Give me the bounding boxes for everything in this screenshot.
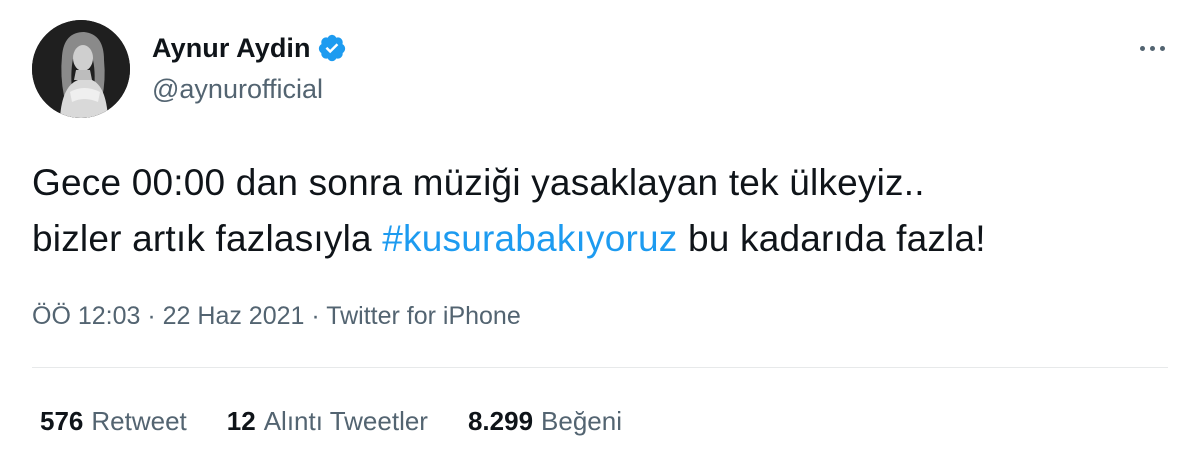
tweet-line-1: Gece 00:00 dan sonra müziği yasaklayan t… bbox=[32, 162, 925, 203]
retweets-count: 576 bbox=[40, 406, 84, 436]
avatar[interactable] bbox=[32, 20, 130, 118]
more-horizontal-icon[interactable] bbox=[1132, 36, 1172, 60]
author-handle[interactable]: @aynurofficial bbox=[152, 74, 323, 105]
tweet-meta: ÖÖ 12:03 · 22 Haz 2021 · Twitter for iPh… bbox=[32, 302, 521, 331]
retweets-stat[interactable]: 576 Retweet bbox=[40, 406, 187, 437]
tweet-date[interactable]: 22 Haz 2021 bbox=[163, 302, 305, 330]
tweet-card: Aynur Aydin @aynurofficial Gece 00:00 da… bbox=[0, 0, 1200, 474]
tweet-source[interactable]: Twitter for iPhone bbox=[326, 302, 521, 330]
divider bbox=[32, 367, 1168, 368]
author-name-row: Aynur Aydin bbox=[152, 30, 347, 66]
meta-separator: · bbox=[147, 302, 156, 330]
hashtag-link[interactable]: #kusurabakıyoruz bbox=[382, 218, 677, 259]
tweet-stats: 576 Retweet 12 Alıntı Tweetler 8.299 Beğeni bbox=[40, 406, 662, 437]
verified-badge-icon bbox=[317, 33, 347, 63]
more-dot bbox=[1149, 45, 1155, 51]
quotes-label: Alıntı Tweetler bbox=[263, 406, 428, 436]
more-dot bbox=[1159, 45, 1165, 51]
tweet-line-2-suffix: bu kadarıda fazla! bbox=[677, 218, 986, 259]
quotes-stat[interactable]: 12 Alıntı Tweetler bbox=[227, 406, 428, 437]
likes-stat[interactable]: 8.299 Beğeni bbox=[468, 406, 622, 437]
tweet-line-2-prefix: bizler artık fazlasıyla bbox=[32, 218, 383, 259]
tweet-text: Gece 00:00 dan sonra müziği yasaklayan t… bbox=[32, 155, 1182, 267]
likes-label: Beğeni bbox=[541, 406, 623, 436]
quotes-count: 12 bbox=[226, 406, 256, 436]
tweet-time[interactable]: ÖÖ 12:03 bbox=[32, 302, 140, 330]
meta-separator: · bbox=[311, 302, 320, 330]
author-display-name[interactable]: Aynur Aydin bbox=[152, 33, 311, 64]
tweet-line-2: bizler artık fazlasıyla #kusurabakıyoruz… bbox=[32, 211, 1182, 267]
more-dot bbox=[1139, 45, 1145, 51]
likes-count: 8.299 bbox=[467, 406, 534, 436]
retweets-label: Retweet bbox=[91, 406, 187, 436]
avatar-photo bbox=[32, 20, 130, 118]
